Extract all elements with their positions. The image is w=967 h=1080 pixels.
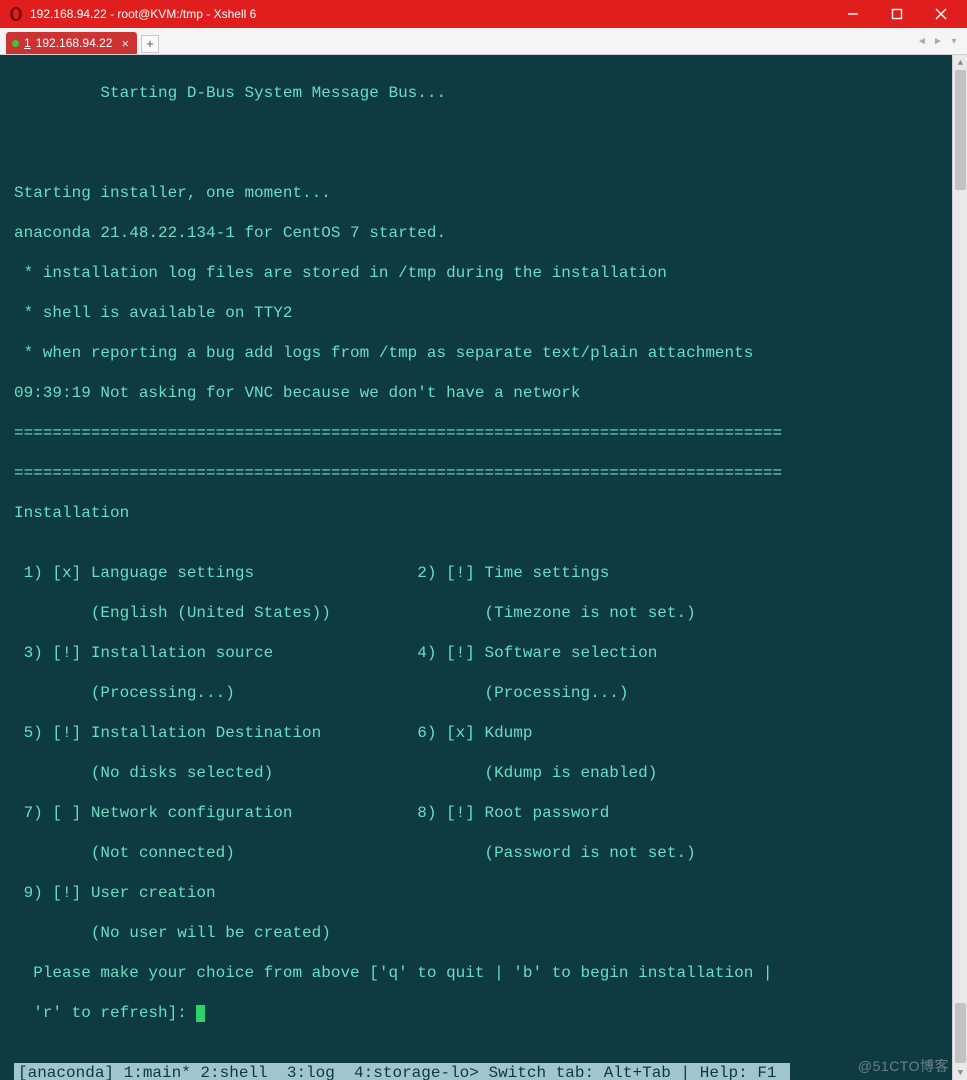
- tab-index: 1: [24, 36, 31, 50]
- terminal-line: * installation log files are stored in /…: [14, 263, 967, 283]
- scroll-up-icon[interactable]: ▲: [953, 55, 967, 70]
- maximize-button[interactable]: [875, 0, 919, 28]
- terminal-line: (English (United States)) (Timezone is n…: [14, 603, 967, 623]
- terminal-line: 1) [x] Language settings 2) [!] Time set…: [14, 563, 967, 583]
- terminal-prompt-text: 'r' to refresh]:: [14, 1004, 196, 1022]
- add-tab-button[interactable]: +: [141, 35, 159, 53]
- terminal-line: 9) [!] User creation: [14, 883, 967, 903]
- watermark: @51CTO博客: [858, 1056, 949, 1076]
- cursor-icon: [196, 1005, 205, 1022]
- terminal-line: * shell is available on TTY2: [14, 303, 967, 323]
- terminal-line: (No user will be created): [14, 923, 967, 943]
- terminal[interactable]: Starting D-Bus System Message Bus... Sta…: [0, 55, 967, 1080]
- vertical-scrollbar[interactable]: ▲ ▼: [952, 55, 967, 1080]
- terminal-line: Starting D-Bus System Message Bus...: [14, 83, 967, 103]
- tab-bar: 1 192.168.94.22 × + ◄ ► ▾: [0, 28, 967, 55]
- connection-status-icon: [12, 40, 19, 47]
- terminal-line: Starting installer, one moment...: [14, 183, 967, 203]
- terminal-line: Please make your choice from above ['q' …: [14, 963, 967, 983]
- scrollbar-thumb[interactable]: [955, 1003, 966, 1063]
- tab-label: 192.168.94.22: [36, 36, 113, 50]
- terminal-line: 7) [ ] Network configuration 8) [!] Root…: [14, 803, 967, 823]
- terminal-status-text: [anaconda] 1:main* 2:shell 3:log 4:stora…: [14, 1063, 790, 1080]
- scroll-down-icon[interactable]: ▼: [953, 1065, 967, 1080]
- terminal-line: Installation: [14, 503, 967, 523]
- terminal-line: ========================================…: [14, 423, 967, 443]
- minimize-button[interactable]: [831, 0, 875, 28]
- terminal-line: 5) [!] Installation Destination 6) [x] K…: [14, 723, 967, 743]
- terminal-line: 09:39:19 Not asking for VNC because we d…: [14, 383, 967, 403]
- terminal-status-line: [anaconda] 1:main* 2:shell 3:log 4:stora…: [14, 1063, 967, 1080]
- tab-nav-arrows: ◄ ► ▾: [915, 32, 961, 50]
- session-tab[interactable]: 1 192.168.94.22 ×: [6, 32, 137, 54]
- terminal-line: anaconda 21.48.22.134-1 for CentOS 7 sta…: [14, 223, 967, 243]
- tab-close-icon[interactable]: ×: [121, 37, 129, 50]
- terminal-line: ========================================…: [14, 463, 967, 483]
- terminal-line: 3) [!] Installation source 4) [!] Softwa…: [14, 643, 967, 663]
- window-title: 192.168.94.22 - root@KVM:/tmp - Xshell 6: [30, 7, 831, 21]
- terminal-line: (Not connected) (Password is not set.): [14, 843, 967, 863]
- shield-icon: [936, 219, 964, 247]
- tab-dropdown-icon[interactable]: ▾: [947, 32, 961, 50]
- scrollbar-thumb[interactable]: [955, 70, 966, 190]
- terminal-prompt-line: 'r' to refresh]:: [14, 1003, 967, 1023]
- app-logo-icon: [8, 6, 24, 22]
- terminal-line: * when reporting a bug add logs from /tm…: [14, 343, 967, 363]
- tab-scroll-right-icon[interactable]: ►: [931, 32, 945, 50]
- terminal-line: (Processing...) (Processing...): [14, 683, 967, 703]
- window-titlebar: 192.168.94.22 - root@KVM:/tmp - Xshell 6: [0, 0, 967, 28]
- terminal-line: (No disks selected) (Kdump is enabled): [14, 763, 967, 783]
- tab-scroll-left-icon[interactable]: ◄: [915, 32, 929, 50]
- close-button[interactable]: [919, 0, 963, 28]
